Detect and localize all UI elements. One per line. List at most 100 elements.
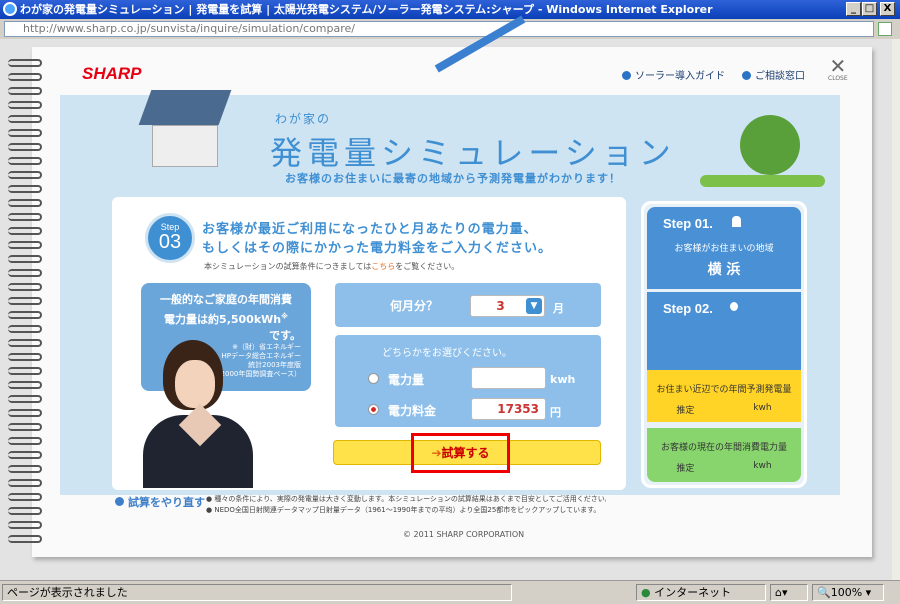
fee-radio[interactable] [368,404,379,415]
redo-label: 試算をやり直す [128,496,205,509]
spiral-ring [8,143,42,151]
fee-label: 電力料金 [388,404,437,418]
month-value: 3 [496,299,505,313]
zone-label: インターネット [654,586,732,599]
compat-view-icon[interactable] [878,22,892,36]
spiral-ring [8,227,42,235]
spiral-ring [8,185,42,193]
sharp-logo[interactable]: SHARP [82,64,142,84]
kwh-radio[interactable] [368,373,379,384]
step-number: 03 [158,231,182,253]
note-text: 本シミュレーションの試算条件につきましては [204,262,372,271]
close-window-button[interactable]: X [880,2,895,16]
step1-label: Step 01. [663,216,713,231]
spiral-ring [8,255,42,263]
question-line: もしくはその際にかかった電力料金をご入力ください。 [202,241,553,256]
house-illustration [138,90,232,170]
spiral-ring [8,241,42,249]
note-line: ● NEDO全国日射関連データマップ日射量データ（1961～1990年までの平均… [206,506,601,514]
scrollbar[interactable] [892,39,900,580]
spiral-ring [8,325,42,333]
link-label: ソーラー導入ガイド [635,71,725,82]
spiral-ring [8,507,42,515]
zoom-icon: 🔍 [817,586,831,599]
note-text: をご覧ください。 [395,262,460,271]
zoom-button[interactable]: 🔍100% ▾ [812,584,884,601]
spiral-ring [8,423,42,431]
consumption-est: 推定 [676,464,695,474]
calculate-label: 試算する [441,446,490,460]
house-icon [732,216,741,227]
protected-mode-button[interactable]: ⌂▾ [770,584,808,601]
calculate-button[interactable]: ➔試算する [411,433,510,473]
ie-icon [3,2,17,16]
spiral-ring [8,479,42,487]
spiral-ring [8,87,42,95]
contact-link[interactable]: ご相談窓口 [742,67,805,82]
status-text: ページが表示されました [2,584,512,601]
spiral-ring [8,283,42,291]
step2-label: Step 02. [663,301,713,316]
status-bar: ページが表示されました ● インターネット ⌂▾ 🔍100% ▾ [0,580,900,604]
solar-guide-link[interactable]: ソーラー導入ガイド [622,67,725,82]
hero-subtitle: お客様のお住まいに最寄の地域から予測発電量がわかります！ [285,172,621,185]
arrow-circle-icon [622,71,631,80]
annual-generation-panel: お住まい近辺での年間予測発電量 推定 kwh [647,370,801,422]
spiral-ring [8,339,42,347]
conditions-note: 本シミュレーションの試算条件につきましてはこちらをご覧ください。 [204,261,459,272]
kwh-input[interactable] [471,367,546,389]
annual-consumption-panel: お客様の現在の年間消費電力量 推定 kwh [647,428,801,482]
consumption-title: お客様の現在の年間消費電力量 [660,443,787,453]
spiral-ring [8,115,42,123]
grass [700,175,825,187]
step-badge: Step 03 [145,213,195,263]
spiral-ring [8,297,42,305]
generation-unit: kwh [753,403,772,413]
spiral-ring [8,199,42,207]
globe-icon: ● [641,586,651,599]
note-line: ● 種々の条件により、実際の発電量は大きく変動します。本シミュレーションの試算結… [206,495,606,503]
info-line: 電力量は約5,500kWh [164,313,282,326]
hero-title: 発電量シミュレーション [270,134,676,172]
spiral-ring [8,409,42,417]
region-value: 横 浜 [707,262,741,278]
conditions-link[interactable]: こちら [371,262,395,271]
kwh-label: 電力量 [388,373,425,387]
spiral-ring [8,465,42,473]
spiral-ring [8,353,42,361]
spiral-ring [8,367,42,375]
step-question: お客様が最近ご利用になったひと月あたりの電力量、 もしくはその際にかかった電力料金… [202,220,552,258]
woman-photo [143,340,253,488]
bulb-icon [730,302,738,311]
security-zone: ● インターネット [636,584,766,601]
url-field[interactable]: http://www.sharp.co.jp/sunvista/inquire/… [4,21,874,37]
spiral-ring [8,101,42,109]
maximize-button[interactable]: □ [862,2,877,16]
spiral-ring [8,521,42,529]
spiral-ring [8,311,42,319]
arrow-right-icon: ➔ [431,446,442,460]
fee-unit: 円 [550,406,561,419]
consumption-unit: kwh [753,461,772,471]
close-label: CLOSE [828,75,848,82]
info-line: 一般的なご家庭の年間消費 [160,293,292,306]
window-title-bar: わが家の発電量シミュレーション | 発電量を試算 | 太陽光発電システム/ソーラ… [0,0,900,19]
footnote-mark: ※ [281,312,288,321]
minimize-button[interactable]: _ [846,2,861,16]
close-page-button[interactable]: ✕ CLOSE [828,54,848,82]
spiral-ring [8,535,42,543]
window-title: わが家の発電量シミュレーション | 発電量を試算 | 太陽光発電システム/ソーラ… [20,3,713,16]
spiral-ring [8,269,42,277]
redo-link[interactable]: 試算をやり直す [115,494,205,510]
tree-illustration [740,115,800,175]
fee-input[interactable]: 17353 [471,398,546,420]
link-label: ご相談窓口 [755,71,805,82]
chevron-down-icon[interactable]: ▼ [526,298,542,314]
question-line: お客様が最近ご利用になったひと月あたりの電力量、 [202,222,538,237]
arrow-circle-icon [742,71,751,80]
close-icon: ✕ [829,54,847,78]
spiral-ring [8,493,42,501]
spiral-ring [8,157,42,165]
month-select[interactable]: 3 ▼ [470,295,545,317]
spiral-ring [8,381,42,389]
